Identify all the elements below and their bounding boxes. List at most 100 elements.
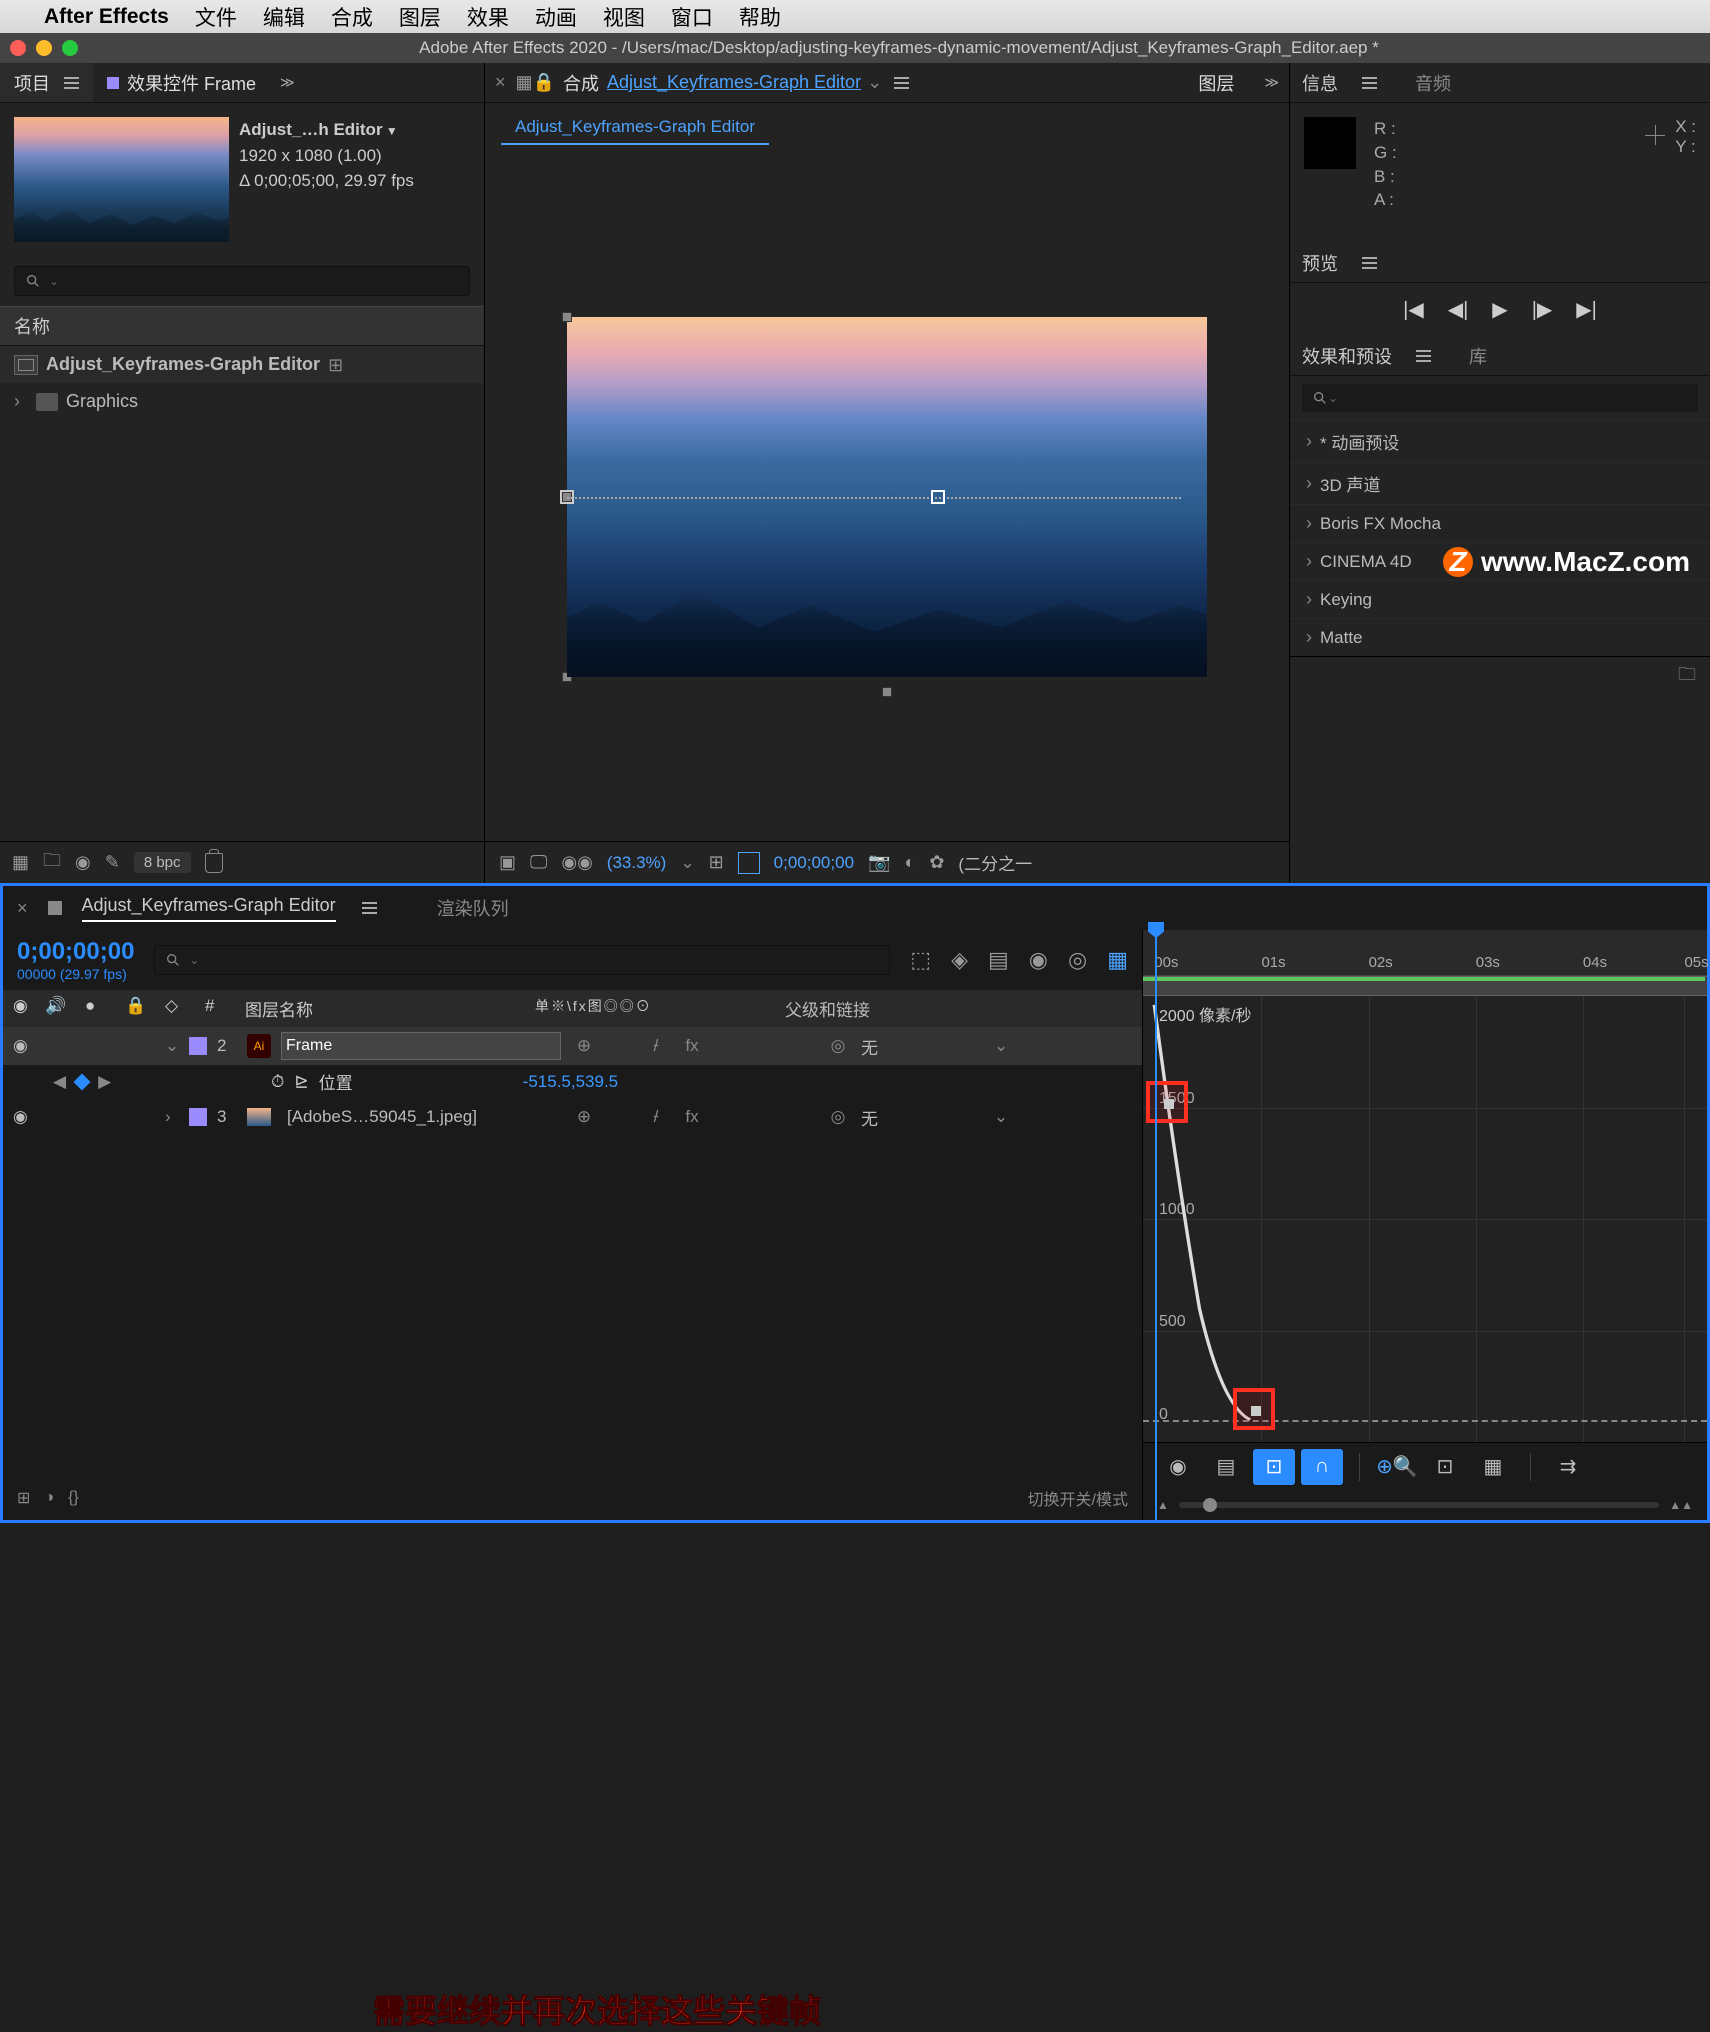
- prev-frame-icon[interactable]: ◀|: [1448, 297, 1469, 322]
- panel-menu-icon[interactable]: [1362, 262, 1377, 264]
- layer-row[interactable]: ◉ › 3 [AdobeS…59045_1.jpeg] ⊕ / fx ◎ 无 ⌄: [3, 1098, 1142, 1136]
- new-folder-icon[interactable]: 🗀: [43, 848, 61, 878]
- col-switches[interactable]: 单※\fx图◎◎⊙: [535, 996, 775, 1021]
- panel-menu-icon[interactable]: [1416, 355, 1431, 357]
- menu-item[interactable]: 视图: [603, 2, 645, 32]
- label-color[interactable]: [189, 1037, 207, 1055]
- parent-menu[interactable]: 无: [861, 1034, 981, 1059]
- tab-layer[interactable]: 图层: [1178, 70, 1254, 96]
- vr-icon[interactable]: ◉◉: [561, 852, 592, 873]
- parent-pickwhip-icon[interactable]: ◎: [825, 1036, 851, 1056]
- fit-selection-icon[interactable]: ⊡: [1424, 1449, 1466, 1485]
- draft-3d-icon[interactable]: ◈: [951, 947, 968, 973]
- effect-category[interactable]: CINEMA 4D Zwww.MacZ.com: [1290, 542, 1710, 580]
- fx-switch[interactable]: /: [643, 1107, 669, 1127]
- transform-handle[interactable]: [882, 687, 892, 697]
- current-timecode[interactable]: 0;00;00;00: [17, 938, 134, 966]
- toggle-switches-icon[interactable]: ⊞: [17, 1488, 30, 1508]
- tab-render-queue[interactable]: 渲染队列: [437, 895, 509, 921]
- panel-menu-icon[interactable]: [64, 82, 79, 84]
- tab-info[interactable]: 信息: [1302, 70, 1338, 96]
- snap-icon[interactable]: ∩: [1301, 1449, 1343, 1485]
- zoom-level[interactable]: (33.3%): [607, 853, 667, 873]
- maximize-icon[interactable]: [62, 40, 78, 56]
- interpret-footage-icon[interactable]: ▦: [12, 852, 29, 873]
- col-num[interactable]: #: [205, 996, 235, 1021]
- menu-item[interactable]: 帮助: [739, 2, 781, 32]
- effect-category[interactable]: * 动画预设: [1290, 420, 1710, 462]
- play-icon[interactable]: ▶: [1492, 297, 1507, 322]
- trash-icon[interactable]: [205, 853, 223, 873]
- last-frame-icon[interactable]: ▶|: [1576, 297, 1597, 322]
- effect-category[interactable]: 3D 声道: [1290, 462, 1710, 504]
- tab-preview[interactable]: 预览: [1302, 250, 1338, 276]
- expand-icon[interactable]: ⌄: [165, 1036, 179, 1056]
- keyframe-point[interactable]: [931, 490, 945, 504]
- work-area[interactable]: [1143, 976, 1707, 996]
- next-keyframe-icon[interactable]: ▶: [98, 1072, 111, 1092]
- col-parent[interactable]: 父级和链接: [785, 996, 905, 1021]
- show-props-icon[interactable]: ◉: [1157, 1449, 1199, 1485]
- visibility-toggle[interactable]: ◉: [13, 1036, 35, 1056]
- menu-item[interactable]: 文件: [195, 2, 237, 32]
- comp-title[interactable]: Adjust_…h Editor: [239, 117, 414, 143]
- color-mgmt-icon[interactable]: ✿: [929, 852, 944, 873]
- transform-box-icon[interactable]: ⊡: [1253, 1449, 1295, 1485]
- effect-category[interactable]: Matte: [1290, 618, 1710, 656]
- col-audio[interactable]: 🔊: [45, 996, 75, 1021]
- effect-category[interactable]: Boris FX Mocha: [1290, 504, 1710, 542]
- property-row[interactable]: ◀ ▶ ⏱ ⊵ 位置 -515.5,539.5: [3, 1065, 1142, 1098]
- timeline-search-input[interactable]: ⌄: [154, 945, 890, 975]
- keyframe-point[interactable]: [1164, 1099, 1174, 1109]
- fx-icon[interactable]: fx: [679, 1036, 705, 1056]
- panel-menu-icon[interactable]: [1362, 82, 1377, 84]
- auto-zoom-icon[interactable]: ⊕🔍: [1376, 1449, 1418, 1485]
- close-tab-icon[interactable]: ×: [485, 72, 516, 93]
- zoom-out-icon[interactable]: ▲: [1157, 1498, 1169, 1512]
- grid-icon[interactable]: ▦: [516, 72, 533, 93]
- first-frame-icon[interactable]: |◀: [1403, 297, 1424, 322]
- monitor-icon[interactable]: 🖵: [530, 852, 547, 873]
- dropdown-icon[interactable]: ⌄: [991, 1036, 1011, 1056]
- keyframe-diamond-icon[interactable]: [74, 1073, 91, 1090]
- comp-subtab[interactable]: Adjust_Keyframes-Graph Editor: [501, 111, 769, 145]
- more-tabs-icon[interactable]: ≫: [1254, 74, 1289, 91]
- comp-flowchart-icon[interactable]: ⬚: [910, 947, 931, 973]
- app-name[interactable]: After Effects: [44, 5, 169, 29]
- menu-item[interactable]: 窗口: [671, 2, 713, 32]
- shy-switch[interactable]: ⊕: [571, 1036, 597, 1056]
- transform-handle[interactable]: [562, 672, 572, 682]
- parent-pickwhip-icon[interactable]: ◎: [825, 1107, 851, 1127]
- comp-tab-name[interactable]: Adjust_Keyframes-Graph Editor: [607, 72, 861, 93]
- new-bin-icon[interactable]: 🗀: [1678, 662, 1696, 692]
- asset-row-comp[interactable]: Adjust_Keyframes-Graph Editor ⊞: [0, 346, 484, 383]
- stopwatch-icon[interactable]: ⏱: [271, 1072, 284, 1092]
- property-value[interactable]: -515.5,539.5: [523, 1072, 618, 1092]
- brainstorm-icon[interactable]: ◎: [1068, 947, 1087, 973]
- dropdown-icon[interactable]: ⌄: [991, 1107, 1011, 1127]
- transform-handle[interactable]: [562, 312, 572, 322]
- label-color[interactable]: [189, 1108, 207, 1126]
- minimize-icon[interactable]: [36, 40, 52, 56]
- toggle-modes-icon[interactable]: ◑: [44, 1489, 54, 1507]
- bpc-indicator[interactable]: 8 bpc: [134, 852, 191, 873]
- col-layer-name[interactable]: 图层名称: [245, 996, 525, 1021]
- new-comp-icon[interactable]: ◉: [75, 852, 91, 873]
- menu-item[interactable]: 图层: [399, 2, 441, 32]
- graph-editor-icon[interactable]: ▦: [1107, 947, 1128, 973]
- tab-effects-presets[interactable]: 效果和预设: [1302, 343, 1392, 369]
- graph-select-icon[interactable]: ⊵: [294, 1072, 308, 1092]
- zoom-in-icon[interactable]: ▲▲: [1669, 1498, 1693, 1512]
- panel-menu-icon[interactable]: [894, 82, 909, 84]
- effects-search-input[interactable]: ⌄: [1302, 384, 1698, 412]
- visibility-toggle[interactable]: ◉: [13, 1107, 35, 1127]
- current-time[interactable]: 0;00;00;00: [774, 853, 854, 873]
- mask-visibility-icon[interactable]: [738, 852, 760, 874]
- menu-item[interactable]: 编辑: [263, 2, 305, 32]
- lock-icon[interactable]: 🔒: [533, 72, 555, 93]
- flowchart-icon[interactable]: ⊞: [328, 355, 348, 375]
- menu-item[interactable]: 动画: [535, 2, 577, 32]
- menu-item[interactable]: 效果: [467, 2, 509, 32]
- tab-library[interactable]: 库: [1469, 343, 1487, 369]
- close-tab-icon[interactable]: ×: [17, 898, 28, 919]
